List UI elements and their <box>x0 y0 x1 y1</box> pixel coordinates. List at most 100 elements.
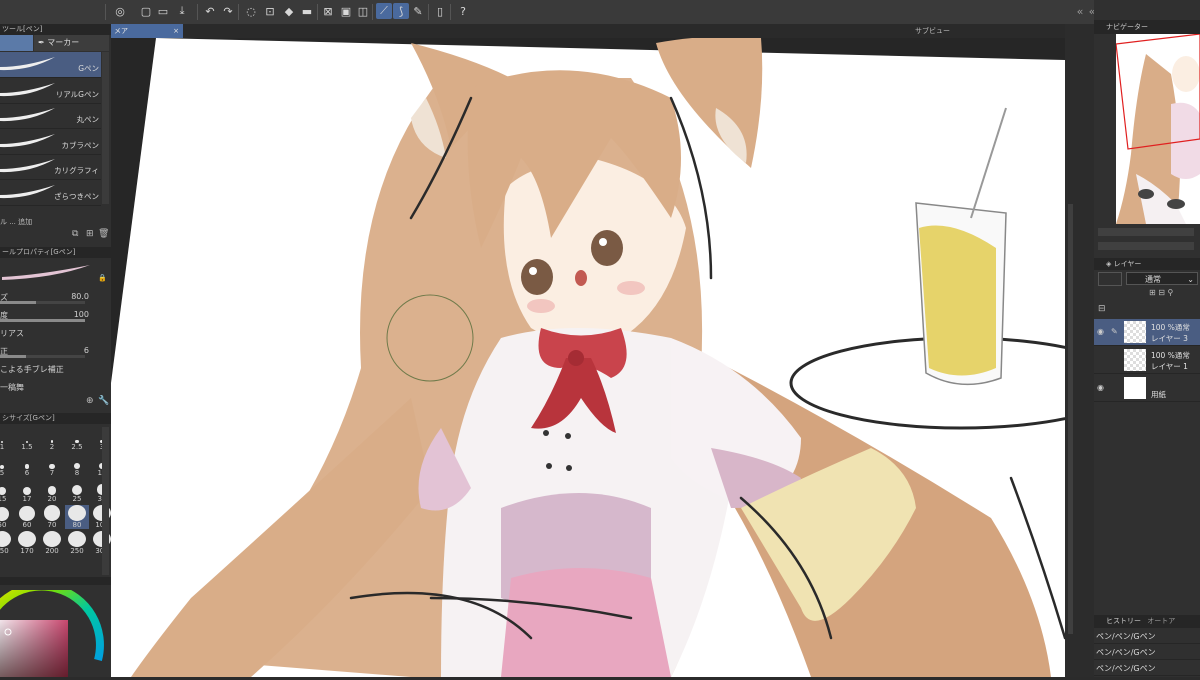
size-label: 150 <box>0 547 9 555</box>
sub-tool-tab-pen[interactable] <box>0 35 33 51</box>
property-slider[interactable] <box>0 319 85 322</box>
size-cell[interactable]: 250 <box>65 531 89 555</box>
new-icon[interactable]: ▢ <box>138 3 154 19</box>
size-cell[interactable]: 15 <box>0 479 14 503</box>
size-cell[interactable]: 2.5 <box>65 427 89 451</box>
history-item[interactable]: ペン/ペン/Gペン <box>1094 629 1200 644</box>
trash-icon[interactable]: 🗑 <box>98 229 109 239</box>
navigator-preview[interactable] <box>1116 34 1200 224</box>
transform-icon[interactable]: ⊡ <box>262 3 278 19</box>
property-value[interactable]: 80.0 <box>71 292 89 301</box>
size-cell[interactable]: 17 <box>15 479 39 503</box>
pen-icon: ✎ <box>1111 327 1118 336</box>
brush-list-scrollbar[interactable] <box>102 52 109 204</box>
deselect-icon[interactable]: ⊠ <box>320 3 336 19</box>
help-icon[interactable]: ? <box>455 3 471 19</box>
brush-item[interactable]: ざらつきペン <box>0 180 101 206</box>
brush-item[interactable]: カブラペン <box>0 129 101 155</box>
property-row[interactable]: 一稿舞 <box>0 379 111 395</box>
size-cell[interactable]: 1 <box>0 427 14 451</box>
canvas-area[interactable] <box>111 38 1065 677</box>
property-row[interactable]: 度 100 <box>0 307 111 323</box>
size-cell[interactable]: 170 <box>15 531 39 555</box>
size-cell[interactable]: 150 <box>0 531 14 555</box>
property-label: リアス <box>0 329 24 338</box>
eye-icon[interactable]: ◉ <box>1097 327 1104 336</box>
property-row[interactable]: こよる手ブレ補正 <box>0 361 111 377</box>
property-row[interactable]: 正6 <box>0 343 111 359</box>
canvas-vertical-scrollbar[interactable] <box>1065 24 1094 677</box>
size-cell[interactable]: 5 <box>0 453 14 477</box>
canvas-tab[interactable]: メア × <box>111 24 183 38</box>
size-label: 170 <box>20 547 34 555</box>
layer-name: レイヤー 1 <box>1151 362 1188 371</box>
property-slider[interactable] <box>0 355 85 358</box>
copy-subtool-icon[interactable]: ⧉ <box>72 229 82 239</box>
size-cell[interactable]: 6 <box>15 453 39 477</box>
brush-item[interactable]: カリグラフィ <box>0 154 101 180</box>
sub-tool-tab-marker[interactable]: ✒ マーカー <box>34 35 109 51</box>
size-cell[interactable]: 8 <box>65 453 89 477</box>
layer-row[interactable]: ◉ 用紙 <box>1094 375 1200 402</box>
size-cell[interactable]: 25 <box>65 479 89 503</box>
brush-item[interactable]: Gペン <box>0 52 101 78</box>
layer-tab[interactable]: ◈ レイヤー <box>1094 258 1200 270</box>
save-icon[interactable]: ⤓ <box>174 3 190 19</box>
property-row[interactable]: リアス <box>0 325 111 341</box>
eye-icon[interactable]: ◉ <box>1097 383 1104 392</box>
brush-item[interactable]: リアルGペン <box>0 78 101 104</box>
size-dot <box>68 531 86 547</box>
brush-item-label: 丸ペン <box>76 115 100 124</box>
right-panel: ナビゲーター ◈ レイヤー 通常 ⌄ ⊞ ⊟ ⚲ ⊟ ◉ ✎ 100 %通常 レイヤー… <box>1094 0 1200 677</box>
layer-settings-icon[interactable]: ⊟ <box>1098 304 1108 314</box>
redo-icon[interactable]: ↷ <box>220 3 236 19</box>
property-slider[interactable] <box>0 301 85 304</box>
wrench-icon[interactable]: 🔧 <box>98 396 109 406</box>
navigator-tab[interactable]: ナビゲーター <box>1094 20 1200 34</box>
close-tab-icon[interactable]: × <box>173 24 179 38</box>
rotate-slider[interactable] <box>1098 242 1194 250</box>
invert-icon[interactable]: ◫ <box>355 3 371 19</box>
property-value[interactable]: 100 <box>74 310 89 319</box>
open-icon[interactable]: ▭ <box>155 3 171 19</box>
size-label: 25 <box>72 495 82 503</box>
history-item[interactable]: ペン/ペン/Gペン <box>1094 645 1200 660</box>
property-row[interactable]: ズ 80.0 <box>0 289 111 305</box>
size-cell[interactable]: 20 <box>40 479 64 503</box>
size-cell[interactable]: 60 <box>15 505 39 529</box>
blend-mode-select[interactable]: 通常 ⌄ <box>1126 272 1198 285</box>
clear-icon[interactable]: ▬ <box>299 3 315 19</box>
pen-pressure-icon[interactable]: ✎ <box>410 3 426 19</box>
size-cell[interactable]: 200 <box>40 531 64 555</box>
size-cell[interactable]: 70 <box>40 505 64 529</box>
size-cell[interactable]: 1.5 <box>15 427 39 451</box>
history-tab[interactable]: ヒストリー オートア <box>1094 615 1200 628</box>
size-cell[interactable]: 80 <box>65 505 89 529</box>
special-ruler-snap-icon[interactable]: ⟆ <box>393 3 409 19</box>
ruler-snap-icon[interactable]: ⟋ <box>376 3 392 19</box>
size-cell[interactable]: 7 <box>40 453 64 477</box>
color-wheel[interactable] <box>0 582 105 677</box>
size-cell[interactable]: 50 <box>0 505 14 529</box>
size-grid-scrollbar[interactable] <box>102 427 109 575</box>
layer-row[interactable]: ◉ ✎ 100 %通常 レイヤー 3 <box>1094 319 1200 346</box>
undo-icon[interactable]: ↶ <box>202 3 218 19</box>
zoom-slider[interactable] <box>1098 228 1194 236</box>
device-icon[interactable]: ▯ <box>432 3 448 19</box>
history-item[interactable]: ペン/ペン/Gペン <box>1094 661 1200 676</box>
app-icon[interactable]: ◎ <box>112 3 128 19</box>
fill-icon[interactable]: ◆ <box>281 3 297 19</box>
reset-icon[interactable]: ⊕ <box>86 396 96 406</box>
history-tab-label: ヒストリー <box>1106 617 1141 625</box>
lasso-icon[interactable]: ◌ <box>243 3 259 19</box>
size-cell[interactable]: 2 <box>40 427 64 451</box>
brush-item[interactable]: 丸ペン <box>0 103 101 129</box>
property-value[interactable]: 6 <box>84 346 89 355</box>
layer-color-box[interactable] <box>1098 272 1122 286</box>
illustration <box>111 38 1065 677</box>
select-all-icon[interactable]: ▣ <box>338 3 354 19</box>
lock-icon[interactable]: 🔒 <box>98 274 107 282</box>
layer-row[interactable]: 100 %通常 レイヤー 1 <box>1094 347 1200 374</box>
duplicate-icon[interactable]: ⊞ <box>86 229 96 239</box>
history-list: ペン/ペン/Gペン ペン/ペン/Gペン ペン/ペン/Gペン <box>1094 629 1200 677</box>
